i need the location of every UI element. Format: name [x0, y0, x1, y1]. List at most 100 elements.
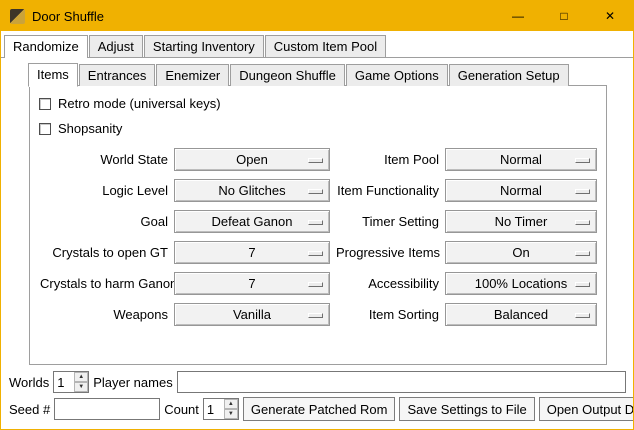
tab-adjust[interactable]: Adjust [89, 35, 143, 57]
outer-tab-bar: Randomize Adjust Starting Inventory Cust… [1, 31, 633, 58]
dropdown-indicator-icon [308, 189, 323, 194]
field-label-logic-level: Logic Level [40, 183, 168, 198]
dropdown-value: Normal [500, 183, 542, 198]
field-label-item-sorting: Item Sorting [336, 307, 439, 322]
dropdown-value: No Timer [495, 214, 548, 229]
dropdown-indicator-icon [575, 158, 590, 163]
window-body: Randomize Adjust Starting Inventory Cust… [1, 31, 633, 429]
tab-custom-item-pool[interactable]: Custom Item Pool [265, 35, 386, 57]
bottom-controls: Worlds ▲ ▼ Player names Seed # Count [1, 371, 633, 429]
timer-setting-dropdown[interactable]: No Timer [445, 210, 597, 233]
checkbox-icon [39, 98, 51, 110]
dropdown-indicator-icon [575, 313, 590, 318]
dropdown-indicator-icon [308, 282, 323, 287]
seed-label: Seed # [9, 402, 50, 417]
save-settings-button[interactable]: Save Settings to File [399, 397, 534, 421]
item-pool-dropdown[interactable]: Normal [445, 148, 597, 171]
open-output-directory-button[interactable]: Open Output Directory [539, 397, 634, 421]
window-controls: — □ ✕ [495, 1, 633, 31]
dropdown-value: 100% Locations [475, 276, 568, 291]
count-input[interactable] [204, 399, 224, 419]
item-sorting-dropdown[interactable]: Balanced [445, 303, 597, 326]
dropdown-indicator-icon [575, 220, 590, 225]
player-names-input[interactable] [177, 371, 626, 393]
tab-starting-inventory[interactable]: Starting Inventory [144, 35, 264, 57]
field-label-weapons: Weapons [40, 307, 168, 322]
logic-level-dropdown[interactable]: No Glitches [174, 179, 330, 202]
checkbox-label: Retro mode (universal keys) [58, 96, 221, 111]
spin-up-button[interactable]: ▲ [74, 372, 88, 382]
crystals-harm-ganon-dropdown[interactable]: 7 [174, 272, 330, 295]
field-label-crystals-harm-ganon: Crystals to harm Ganon [40, 276, 168, 291]
randomize-pane: Items Entrances Enemizer Dungeon Shuffle… [1, 58, 633, 429]
minimize-button[interactable]: — [495, 1, 541, 31]
items-pane: Retro mode (universal keys) Shopsanity W… [29, 85, 607, 365]
checkbox-label: Shopsanity [58, 121, 122, 136]
dropdown-value: Balanced [494, 307, 548, 322]
dropdown-indicator-icon [308, 220, 323, 225]
generate-patched-rom-button[interactable]: Generate Patched Rom [243, 397, 396, 421]
tab-items[interactable]: Items [28, 63, 78, 87]
tab-dungeon-shuffle[interactable]: Dungeon Shuffle [230, 64, 345, 86]
inner-tab-bar: Items Entrances Enemizer Dungeon Shuffle… [1, 58, 633, 86]
field-label-crystals-open-gt: Crystals to open GT [40, 245, 168, 260]
dropdown-value: Vanilla [233, 307, 271, 322]
dropdown-indicator-icon [308, 158, 323, 163]
worlds-label: Worlds [9, 375, 49, 390]
progressive-items-dropdown[interactable]: On [445, 241, 597, 264]
item-functionality-dropdown[interactable]: Normal [445, 179, 597, 202]
crystals-open-gt-dropdown[interactable]: 7 [174, 241, 330, 264]
worlds-spinner[interactable]: ▲ ▼ [53, 371, 89, 393]
field-label-timer-setting: Timer Setting [336, 214, 439, 229]
tab-game-options[interactable]: Game Options [346, 64, 448, 86]
dropdown-indicator-icon [575, 189, 590, 194]
seed-input[interactable] [54, 398, 160, 420]
field-label-item-pool: Item Pool [336, 152, 439, 167]
option-grid: World State Open Item Pool Normal Logic … [30, 136, 606, 326]
close-button[interactable]: ✕ [587, 1, 633, 31]
dropdown-indicator-icon [308, 313, 323, 318]
spin-down-button[interactable]: ▼ [74, 382, 88, 392]
dropdown-value: Open [236, 152, 268, 167]
count-label: Count [164, 402, 199, 417]
seed-row: Seed # Count ▲ ▼ Generate Patched Rom Sa… [9, 397, 626, 421]
app-icon [10, 9, 25, 24]
field-label-world-state: World State [40, 152, 168, 167]
goal-dropdown[interactable]: Defeat Ganon [174, 210, 330, 233]
field-label-progressive-items: Progressive Items [336, 245, 439, 260]
weapons-dropdown[interactable]: Vanilla [174, 303, 330, 326]
spinner-arrows: ▲ ▼ [224, 399, 238, 419]
world-state-dropdown[interactable]: Open [174, 148, 330, 171]
dropdown-value: Defeat Ganon [212, 214, 293, 229]
dropdown-value: 7 [248, 245, 255, 260]
dropdown-indicator-icon [308, 251, 323, 256]
window: Door Shuffle — □ ✕ Randomize Adjust Star… [0, 0, 634, 430]
tab-randomize[interactable]: Randomize [4, 35, 88, 58]
field-label-goal: Goal [40, 214, 168, 229]
dropdown-value: Normal [500, 152, 542, 167]
tab-generation-setup[interactable]: Generation Setup [449, 64, 569, 86]
field-label-accessibility: Accessibility [336, 276, 439, 291]
dropdown-indicator-icon [575, 282, 590, 287]
dropdown-indicator-icon [575, 251, 590, 256]
worlds-row: Worlds ▲ ▼ Player names [9, 371, 626, 393]
count-spinner[interactable]: ▲ ▼ [203, 398, 239, 420]
window-title: Door Shuffle [32, 9, 104, 24]
accessibility-dropdown[interactable]: 100% Locations [445, 272, 597, 295]
checkbox-shopsanity[interactable]: Shopsanity [39, 121, 606, 136]
tab-enemizer[interactable]: Enemizer [156, 64, 229, 86]
checkbox-icon [39, 123, 51, 135]
tab-entrances[interactable]: Entrances [79, 64, 156, 86]
dropdown-value: 7 [248, 276, 255, 291]
spin-up-button[interactable]: ▲ [224, 399, 238, 409]
spin-down-button[interactable]: ▼ [224, 409, 238, 419]
player-names-label: Player names [93, 375, 172, 390]
field-label-item-functionality: Item Functionality [336, 183, 439, 198]
dropdown-value: On [512, 245, 529, 260]
worlds-input[interactable] [54, 372, 74, 392]
maximize-button[interactable]: □ [541, 1, 587, 31]
titlebar: Door Shuffle — □ ✕ [1, 1, 633, 31]
checkbox-retro-mode[interactable]: Retro mode (universal keys) [39, 96, 606, 111]
spinner-arrows: ▲ ▼ [74, 372, 88, 392]
dropdown-value: No Glitches [218, 183, 285, 198]
